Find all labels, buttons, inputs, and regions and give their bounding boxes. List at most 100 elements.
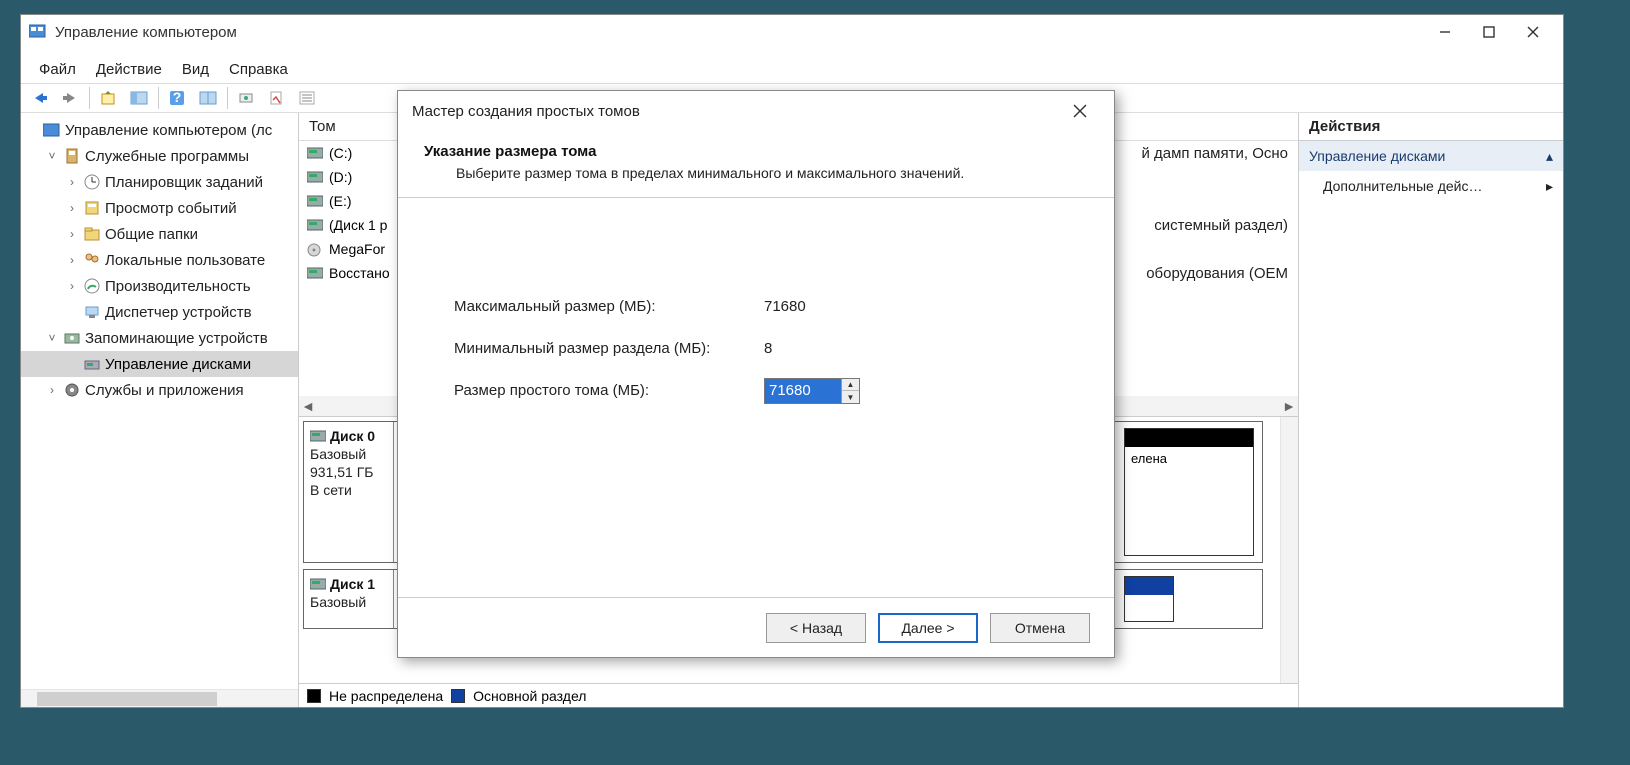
disk-v-scrollbar[interactable] [1280, 417, 1298, 683]
tree-item-icon [63, 329, 81, 347]
titlebar: Управление компьютером [21, 15, 1563, 49]
max-size-label: Максимальный размер (МБ): [454, 298, 764, 315]
tree-item[interactable]: Управление дисками [21, 351, 298, 377]
tree-expander[interactable]: › [65, 279, 79, 293]
dialog-titlebar: Мастер создания простых томов [398, 91, 1114, 131]
legend-unallocated: Не распределена [329, 688, 443, 704]
legend: Не распределена Основной раздел [299, 683, 1298, 707]
volume-size-input[interactable] [765, 379, 841, 403]
cancel-button[interactable]: Отмена [990, 613, 1090, 643]
close-button[interactable] [1511, 17, 1555, 47]
menu-action[interactable]: Действие [96, 61, 162, 78]
tree-item-icon [83, 303, 101, 321]
tree-item[interactable]: ›Службы и приложения [21, 377, 298, 403]
column-volume[interactable]: Том [309, 118, 336, 135]
volume-icon [307, 147, 323, 159]
tree-item-icon [43, 121, 61, 139]
tree-expander[interactable]: › [45, 383, 59, 397]
wizard-dialog: Мастер создания простых томов Указание р… [397, 90, 1115, 658]
disk-size: 931,51 ГБ [310, 464, 387, 480]
menu-file[interactable]: Файл [39, 61, 76, 78]
tree-expander[interactable]: ˅ [45, 331, 59, 345]
show-hide-tree-button[interactable] [126, 86, 152, 110]
forward-button[interactable] [57, 86, 83, 110]
next-button[interactable]: Далее > [878, 613, 978, 643]
min-size-value: 8 [764, 340, 772, 357]
dialog-footer: < Назад Далее > Отмена [398, 597, 1114, 657]
tree-item-label: Общие папки [105, 226, 198, 243]
min-size-label: Минимальный размер раздела (МБ): [454, 340, 764, 357]
tree-item[interactable]: ›Производительность [21, 273, 298, 299]
tree-expander[interactable]: › [65, 227, 79, 241]
list-settings-button[interactable] [294, 86, 320, 110]
volume-size-spinner: ▲ ▼ [764, 378, 860, 404]
tree-item[interactable]: › Общие папки [21, 221, 298, 247]
legend-swatch-unallocated [307, 689, 321, 703]
tree-item-icon [83, 251, 101, 269]
menubar: Файл Действие Вид Справка [21, 55, 1563, 83]
window-title: Управление компьютером [55, 24, 237, 41]
tree-item-label: Управление компьютером (лс [65, 122, 272, 139]
volume-icon [307, 243, 323, 255]
up-button[interactable] [96, 86, 122, 110]
tree-item-label: Запоминающие устройств [85, 330, 268, 347]
tree-item-label: Служебные программы [85, 148, 249, 165]
volume-icon [307, 195, 323, 207]
actions-section[interactable]: Управление дисками ▴ [1299, 141, 1563, 171]
tree-item-icon [83, 199, 101, 217]
dialog-close-button[interactable] [1060, 95, 1100, 127]
spinner-up-button[interactable]: ▲ [842, 379, 859, 392]
tree-expander[interactable]: › [65, 201, 79, 215]
dialog-title: Мастер создания простых томов [412, 103, 640, 120]
actions-header: Действия [1299, 113, 1563, 141]
chevron-right-icon: ▸ [1546, 178, 1553, 195]
tree-item[interactable]: ›Локальные пользовате [21, 247, 298, 273]
tree-item[interactable]: Управление компьютером (лс [21, 117, 298, 143]
tree-item[interactable]: Диспетчер устройств [21, 299, 298, 325]
volume-size-label: Размер простого тома (МБ): [454, 382, 764, 399]
tree-panel: Управление компьютером (лс ˅ Служебные про… [21, 113, 299, 707]
dialog-body: Максимальный размер (МБ): 71680 Минималь… [398, 198, 1114, 597]
tree-expander[interactable]: › [65, 253, 79, 267]
volume-info: системный раздел) [1154, 217, 1298, 234]
volume-info: й дамп памяти, Осно [1141, 145, 1298, 162]
view-options-button[interactable] [195, 86, 221, 110]
partition-label: елена [1125, 447, 1253, 555]
tree-item[interactable]: ˅ Запоминающие устройств [21, 325, 298, 351]
scroll-left-icon[interactable]: ◄ [299, 397, 317, 415]
legend-primary: Основной раздел [473, 688, 586, 704]
back-button[interactable] [27, 86, 53, 110]
volume-name: (C:) [329, 145, 352, 161]
tree-item[interactable]: ›Просмотр событий [21, 195, 298, 221]
menu-view[interactable]: Вид [182, 61, 209, 78]
tree-expander[interactable]: ˅ [45, 149, 59, 163]
spinner-down-button[interactable]: ▼ [842, 391, 859, 403]
dialog-header: Указание размера тома Выберите размер то… [398, 131, 1114, 198]
refresh-button[interactable] [234, 86, 260, 110]
tree-item-label: Диспетчер устройств [105, 304, 252, 321]
partition-unallocated[interactable]: елена [1124, 428, 1254, 556]
tree-item-label: Планировщик заданий [105, 174, 263, 191]
maximize-button[interactable] [1467, 17, 1511, 47]
tree-item-label: Управление дисками [105, 356, 251, 373]
menu-help[interactable]: Справка [229, 61, 288, 78]
tree-expander[interactable]: › [65, 175, 79, 189]
scroll-right-icon[interactable]: ► [1280, 397, 1298, 415]
disk-name: Диск 0 [330, 428, 375, 444]
back-button[interactable]: < Назад [766, 613, 866, 643]
tree-item-icon [63, 147, 81, 165]
dialog-subheading: Выберите размер тома в пределах минималь… [456, 164, 1016, 183]
help-button[interactable]: ? [165, 86, 191, 110]
volume-name: Восстано [329, 265, 390, 281]
partition-primary[interactable] [1124, 576, 1174, 622]
tree-item[interactable]: › Планировщик заданий [21, 169, 298, 195]
legend-swatch-primary [451, 689, 465, 703]
properties-button[interactable] [264, 86, 290, 110]
volume-icon [307, 219, 323, 231]
minimize-button[interactable] [1423, 17, 1467, 47]
actions-more[interactable]: Дополнительные дейс… ▸ [1299, 171, 1563, 201]
tree-h-scrollbar[interactable] [21, 689, 298, 707]
collapse-icon: ▴ [1546, 148, 1553, 165]
tree-item[interactable]: ˅ Служебные программы [21, 143, 298, 169]
volume-name: MegaFor [329, 241, 385, 257]
